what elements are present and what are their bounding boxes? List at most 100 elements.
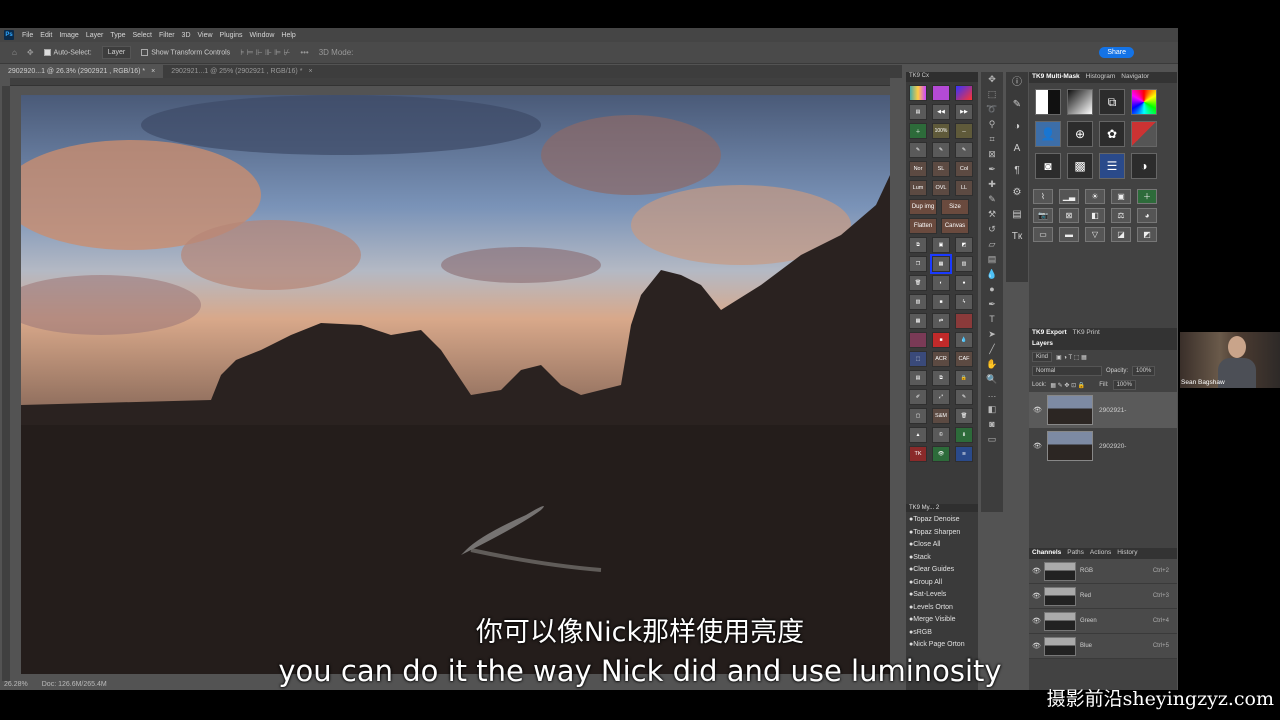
libraries-icon[interactable]: ▤ (1006, 204, 1028, 226)
auto-select-option[interactable]: Auto-Select: (43, 48, 92, 56)
history-brush-icon[interactable]: ↺ (981, 222, 1003, 237)
brush-icon[interactable]: ✎ (909, 142, 927, 158)
col-button[interactable]: Col (955, 161, 973, 177)
tab-tk9-print[interactable]: TK9 Print (1073, 329, 1100, 338)
menu-window[interactable]: Window (250, 32, 275, 39)
tab-document-1[interactable]: 2902920...1 @ 26.3% (2902921 , RGB/16) *… (0, 65, 164, 78)
share-button[interactable]: Share (1099, 47, 1134, 58)
shape-tool-icon[interactable]: ╱ (981, 342, 1003, 357)
menu-help[interactable]: Help (281, 32, 295, 39)
rewind-icon[interactable]: ◀◀ (932, 104, 950, 120)
hand-tool-icon[interactable]: ✋ (981, 357, 1003, 372)
selected-layer-icon[interactable]: ▦ (930, 254, 952, 274)
menu-image[interactable]: Image (59, 32, 78, 39)
visibility-eye-icon[interactable]: 👁 (1033, 406, 1042, 414)
visibility-eye-icon[interactable]: 👁 (1033, 442, 1042, 450)
lock-icon[interactable]: 🔒 (955, 370, 973, 386)
tab-tk9-export[interactable]: TK9 Export (1032, 329, 1067, 338)
quick-select-icon[interactable]: ⚲ (981, 117, 1003, 132)
auto-select-checkbox[interactable] (43, 48, 51, 56)
target-icon[interactable]: ⊕ (1067, 121, 1093, 147)
purple-button[interactable] (932, 85, 950, 101)
color-wheel-icon[interactable] (1131, 89, 1157, 115)
layer-copy-icon[interactable]: ⧉ (909, 237, 927, 253)
plus-button[interactable]: ＋ (909, 123, 927, 139)
circle-icon[interactable]: ◐ (932, 275, 950, 291)
add-adjust-icon[interactable]: ＋ (1137, 189, 1157, 204)
fill-input[interactable]: 100% (1112, 380, 1136, 390)
square-icon[interactable]: ■ (932, 294, 950, 310)
lock-icons[interactable]: ▦ ✎ ✥ ⊡ 🔒 (1050, 382, 1085, 389)
gradient-tool-icon[interactable]: ▤ (981, 252, 1003, 267)
zoom-tool-icon[interactable]: 🔍 (981, 372, 1003, 387)
blend-mode-select[interactable]: Normal (1032, 366, 1102, 376)
noise-icon[interactable]: ▩ (1067, 153, 1093, 179)
magenta-button[interactable] (909, 332, 927, 348)
flatten-button[interactable]: Flatten (909, 218, 937, 234)
edit-icon[interactable]: ✎ (955, 389, 973, 405)
triangle-icon[interactable]: ▲ (909, 427, 927, 443)
visibility-eye-icon[interactable]: 👁 (1032, 567, 1041, 575)
circles-icon[interactable]: ◑ (1131, 153, 1157, 179)
tk-icon[interactable]: Tк (1006, 226, 1028, 248)
nor-button[interactable]: Nor (909, 161, 927, 177)
expand-icon[interactable]: ⤢ (932, 389, 950, 405)
grid-icon[interactable]: ▥ (955, 256, 973, 272)
clone-icon[interactable]: ⧉ (932, 370, 950, 386)
home-icon[interactable]: ⌂ (12, 48, 17, 57)
menu-edit[interactable]: Edit (40, 32, 52, 39)
tab-document-2[interactable]: 2902921...1 @ 25% (2902921 , RGB/16) * × (163, 65, 320, 78)
color-swatches-icon[interactable]: ◧ (981, 402, 1003, 417)
person-icon[interactable]: 👤 (1035, 121, 1061, 147)
doc-icon-2[interactable]: ▤ (909, 370, 927, 386)
marquee-tool-icon[interactable]: ⬚ (981, 87, 1003, 102)
move-tool-icon[interactable]: ✥ (981, 72, 1003, 87)
auto-select-dropdown[interactable]: Layer (101, 46, 132, 59)
curves-icon[interactable]: ⌇ (1033, 189, 1053, 204)
path-select-icon[interactable]: ➤ (981, 327, 1003, 342)
balance-icon[interactable]: ⚖ (1111, 208, 1131, 223)
minus-button[interactable]: － (955, 123, 973, 139)
brightness-icon[interactable]: ☀ (1085, 189, 1105, 204)
layer-row[interactable]: 👁 2902921- (1029, 392, 1177, 428)
drop-icon[interactable]: 💧 (955, 332, 973, 348)
visibility-eye-icon[interactable]: 👁 (1032, 592, 1041, 600)
transform-controls-option[interactable]: Show Transform Controls (141, 48, 230, 56)
calculator-icon[interactable]: ▦ (909, 313, 927, 329)
layer-row[interactable]: 👁 2902920- (1029, 428, 1177, 464)
layers-title[interactable]: Layers (1032, 340, 1053, 349)
gradient-map-icon[interactable]: ◪ (1111, 227, 1131, 242)
menu-3d[interactable]: 3D (182, 32, 191, 39)
character-icon[interactable]: A (1006, 138, 1028, 160)
tab-actions[interactable]: Actions (1090, 549, 1111, 558)
acr-button[interactable]: ACR (932, 351, 950, 367)
selective-color-icon[interactable]: ◩ (1137, 227, 1157, 242)
hsl-icon[interactable]: ◕ (1137, 208, 1157, 223)
action-item[interactable]: ●Group All (906, 577, 978, 590)
crop-tool-icon[interactable]: ⌗ (981, 132, 1003, 147)
brush-icon-2[interactable]: ✎ (932, 142, 950, 158)
eyedropper-icon[interactable]: ✒ (981, 162, 1003, 177)
doc-icon[interactable]: ▤ (909, 104, 927, 120)
eye-icon[interactable]: 👁 (932, 446, 950, 462)
x-box-icon[interactable]: ⊠ (1059, 208, 1079, 223)
info-icon[interactable]: ⓘ (1006, 72, 1028, 94)
ovl-button[interactable]: OVL (932, 180, 950, 196)
brush-settings-icon[interactable]: ✎ (1006, 94, 1028, 116)
blur-tool-icon[interactable]: 💧 (981, 267, 1003, 282)
align-icons[interactable]: ⊧ ⊨ ⊩ ⊪ ⊫ ⊬ (240, 48, 290, 57)
overlap-icon[interactable]: ⧉ (1099, 89, 1125, 115)
eraser-icon[interactable]: ✐ (909, 389, 927, 405)
layer-icon[interactable]: ▣ (932, 237, 950, 253)
action-item[interactable]: ●Topaz Sharpen (906, 527, 978, 540)
lum-button[interactable]: Lum (909, 180, 927, 196)
red-button[interactable] (955, 313, 973, 329)
canvas-button[interactable]: Canvas (941, 218, 969, 234)
lasso-tool-icon[interactable]: ➰ (981, 102, 1003, 117)
move-tool-icon[interactable]: ✥ (27, 48, 34, 57)
adjust-icon[interactable]: ▧ (909, 294, 927, 310)
threshold-icon[interactable]: ▽ (1085, 227, 1105, 242)
half-square-icon[interactable]: ◧ (1085, 208, 1105, 223)
exposure-icon[interactable]: ▣ (1111, 189, 1131, 204)
menu-layer[interactable]: Layer (86, 32, 104, 39)
